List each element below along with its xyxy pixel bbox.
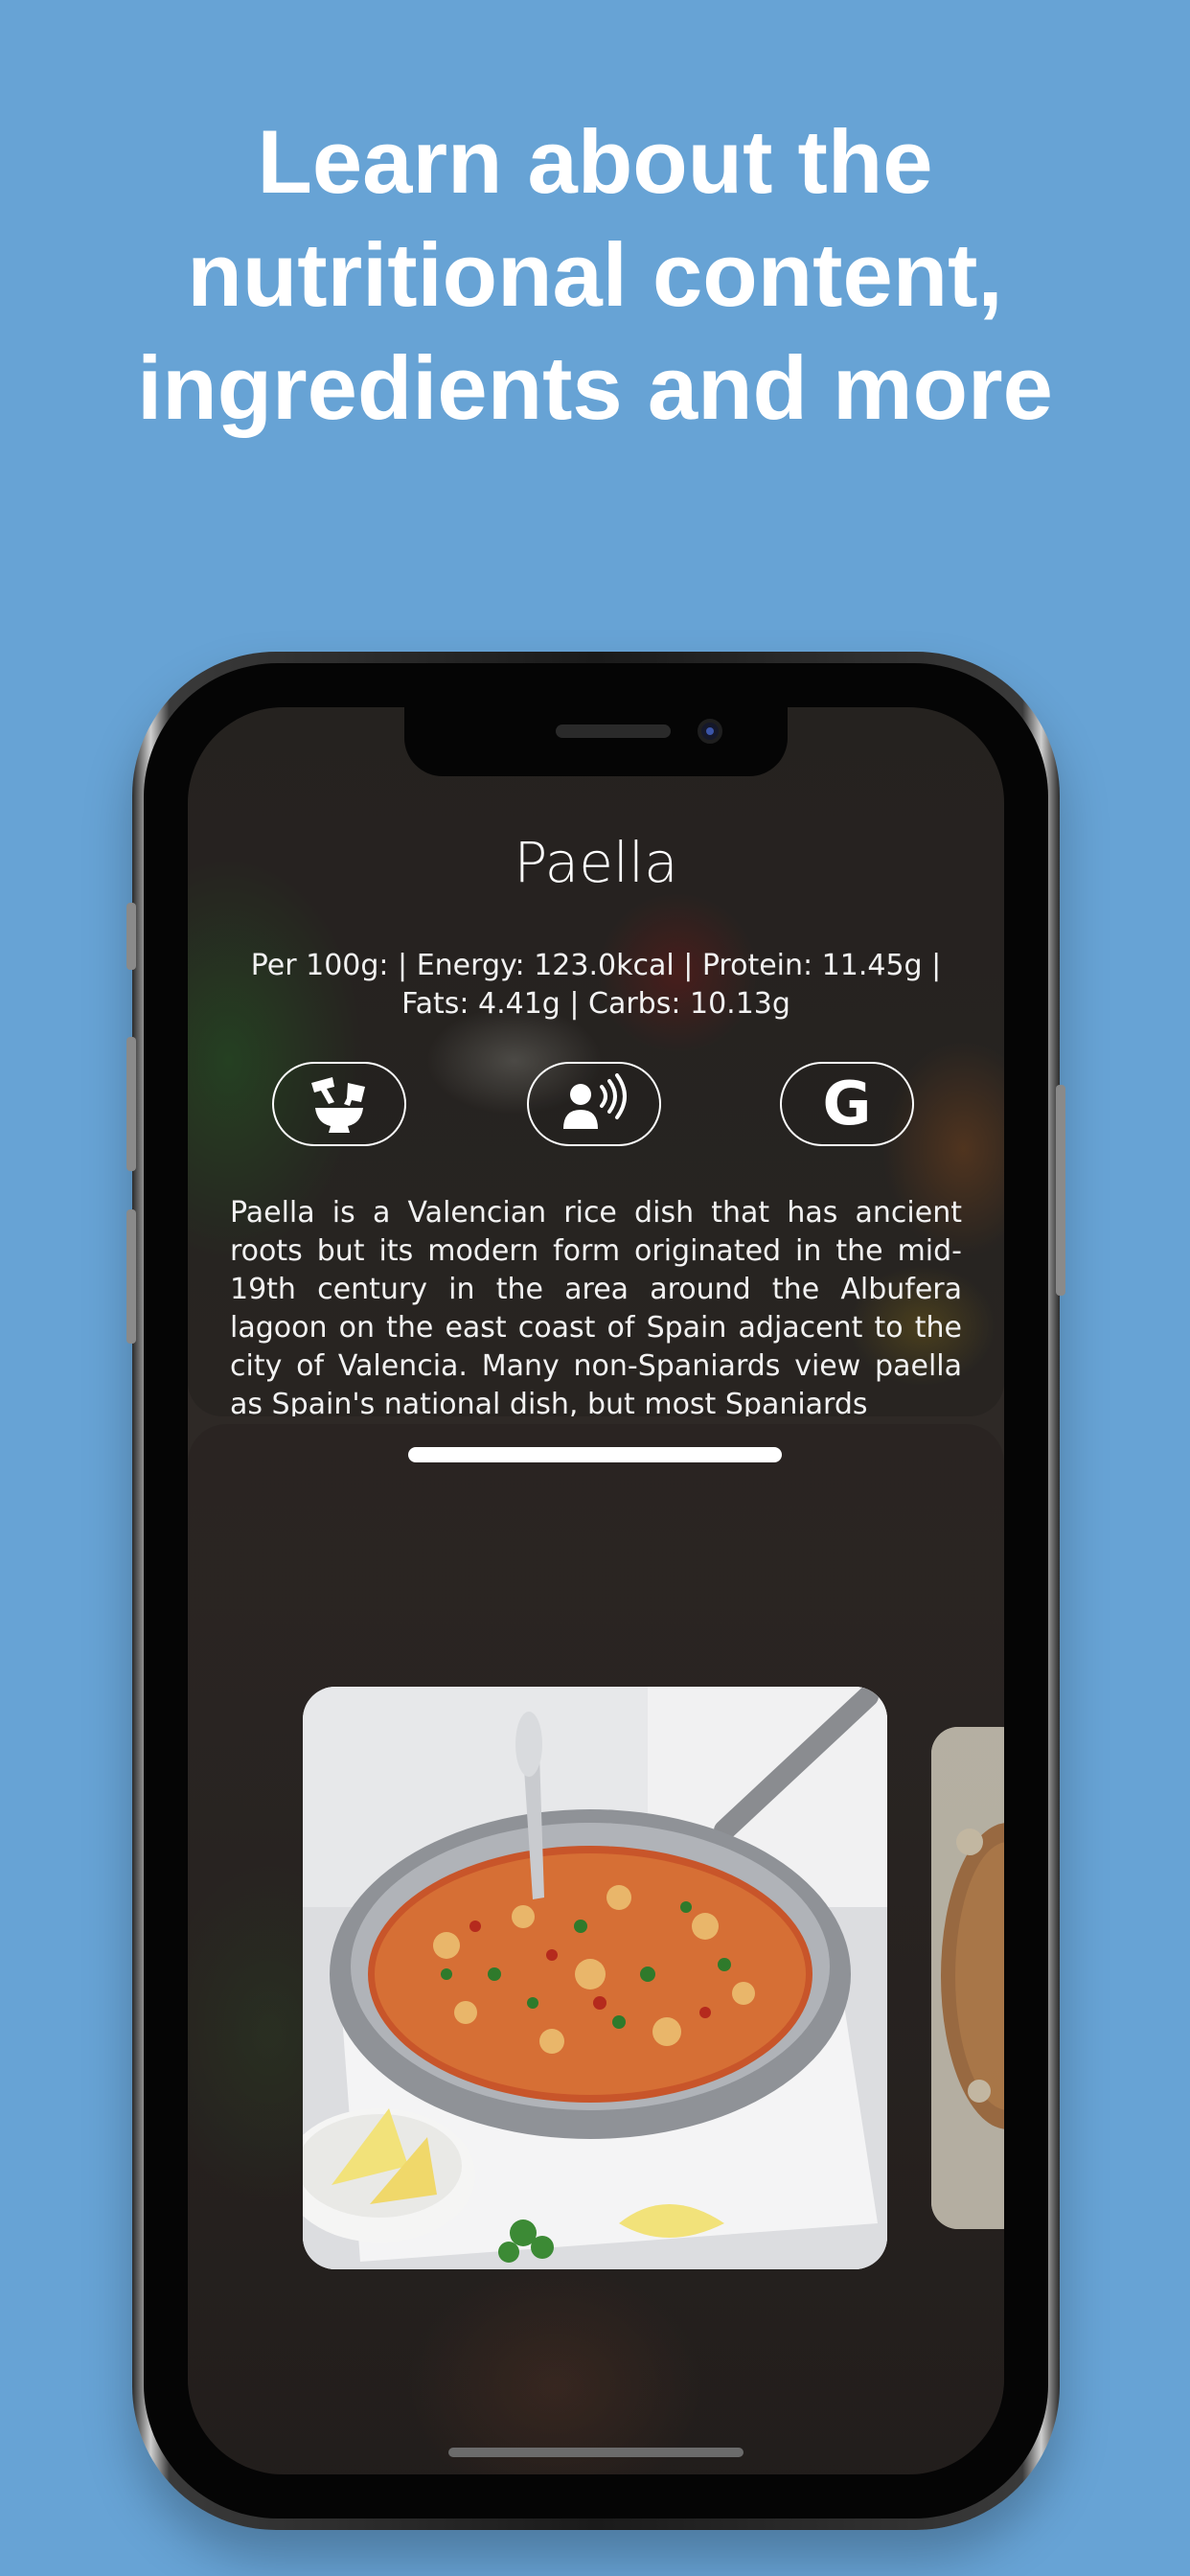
paella-photo-illustration bbox=[303, 1687, 887, 2269]
dish-photo[interactable] bbox=[303, 1687, 887, 2269]
phone-side-button bbox=[126, 1209, 136, 1344]
dish-description: Paella is a Valencian rice dish that has… bbox=[230, 1196, 962, 1416]
phone-frame: Paella Per 100g: | Energy: 123.0kcal | P… bbox=[126, 652, 1065, 2530]
phone-side-button bbox=[126, 1037, 136, 1171]
google-search-button[interactable]: G bbox=[780, 1062, 914, 1146]
mortar-pestle-icon bbox=[306, 1073, 373, 1135]
paella-photo-preview bbox=[931, 1727, 1004, 2229]
phone-side-button bbox=[1056, 1085, 1065, 1296]
read-aloud-button[interactable] bbox=[527, 1062, 661, 1146]
nutrition-summary: Per 100g: | Energy: 123.0kcal | Protein:… bbox=[250, 949, 942, 1021]
screen: Paella Per 100g: | Energy: 123.0kcal | P… bbox=[188, 707, 1004, 2474]
speaker-grille bbox=[556, 724, 671, 738]
ingredients-button[interactable] bbox=[272, 1062, 406, 1146]
dish-info-card: Paella Per 100g: | Energy: 123.0kcal | P… bbox=[188, 707, 1004, 1416]
next-dish-photo[interactable] bbox=[931, 1727, 1004, 2229]
sheet-grabber[interactable] bbox=[408, 1447, 782, 1462]
home-indicator bbox=[448, 2448, 744, 2457]
front-camera bbox=[698, 719, 722, 744]
speaker-voice-icon bbox=[560, 1073, 629, 1135]
headline: Learn about the nutritional content, ing… bbox=[137, 111, 1053, 438]
image-gallery-sheet[interactable] bbox=[188, 1424, 1004, 2474]
dish-title: Paella bbox=[514, 830, 678, 895]
google-icon: G bbox=[822, 1069, 872, 1138]
notch bbox=[404, 707, 788, 776]
action-buttons: G bbox=[188, 1062, 1004, 1148]
phone-side-button bbox=[126, 903, 136, 970]
